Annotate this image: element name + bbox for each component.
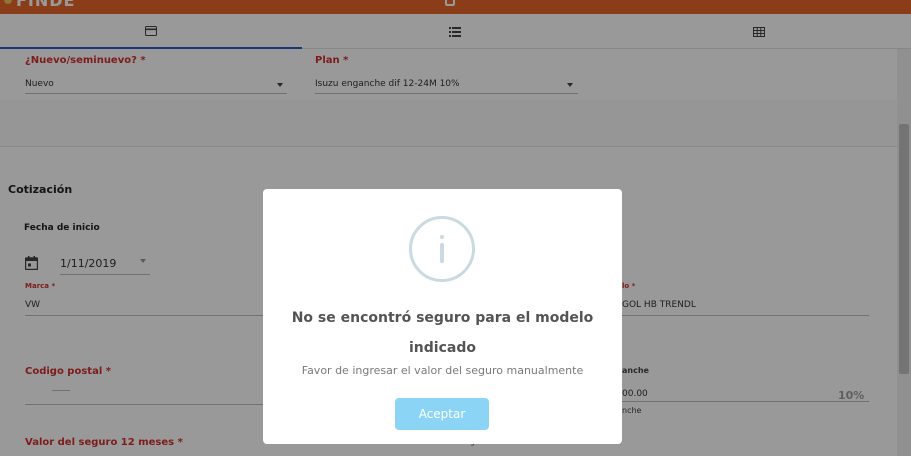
accept-button[interactable]: Aceptar bbox=[395, 398, 489, 430]
dialog-message: Favor de ingresar el valor del seguro ma… bbox=[301, 364, 584, 377]
dialog-title: No se encontró seguro para el modelo ind… bbox=[291, 310, 594, 356]
info-icon bbox=[409, 216, 475, 282]
info-dialog: No se encontró seguro para el modelo ind… bbox=[263, 189, 622, 444]
